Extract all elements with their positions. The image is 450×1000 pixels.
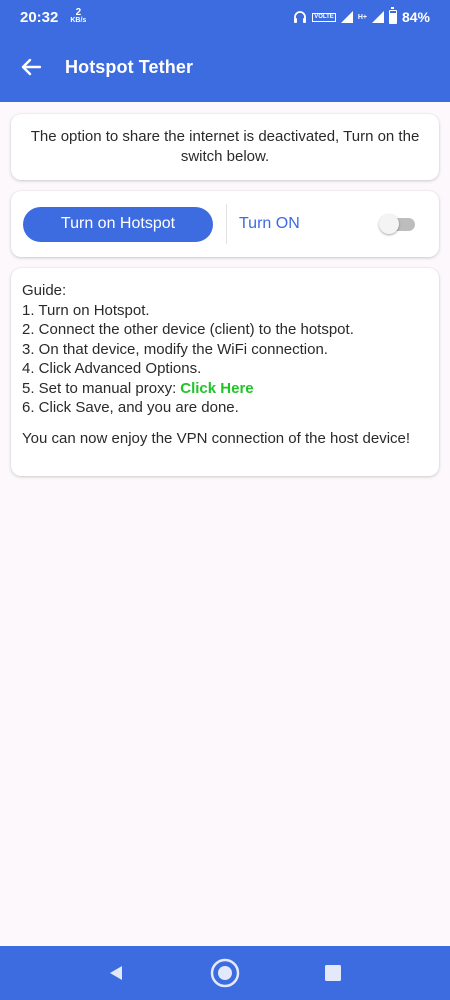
data-type-icon: H+ bbox=[357, 13, 367, 21]
divider bbox=[226, 204, 227, 244]
volte-icon: VOLTE bbox=[312, 12, 336, 22]
network-speed: 2 KB/s bbox=[70, 7, 87, 25]
square-recents-icon bbox=[325, 965, 341, 981]
circle-home-icon bbox=[210, 958, 240, 988]
status-bar: 20:32 2 KB/s VOLTE H+ 84% bbox=[0, 0, 450, 34]
nav-home-button[interactable] bbox=[200, 946, 250, 1000]
guide-heading: Guide: bbox=[22, 282, 67, 299]
guide-step-5: 5. Set to manual proxy: Click Here bbox=[22, 379, 428, 399]
navigation-bar bbox=[0, 946, 450, 1000]
back-button[interactable] bbox=[18, 54, 44, 80]
headphones-icon bbox=[293, 10, 307, 24]
status-icons: VOLTE H+ 84% bbox=[293, 7, 430, 25]
guide-step-5-text: 5. Set to manual proxy: bbox=[22, 379, 177, 397]
guide-step-3: 3. On that device, modify the WiFi conne… bbox=[22, 340, 328, 358]
battery-icon bbox=[388, 7, 397, 24]
arrow-left-icon bbox=[21, 58, 41, 76]
signal-2-icon bbox=[371, 11, 384, 23]
click-here-link[interactable]: Click Here bbox=[180, 380, 253, 397]
hotspot-toggle-card: Turn on Hotspot Turn ON bbox=[11, 191, 439, 257]
status-time: 20:32 bbox=[20, 8, 59, 26]
app-bar: Hotspot Tether bbox=[0, 44, 450, 90]
guide-step-2: 2. Connect the other device (client) to … bbox=[22, 321, 354, 338]
network-speed-value: 2 bbox=[75, 7, 82, 18]
nav-back-button[interactable] bbox=[91, 946, 141, 1000]
signal-1-icon bbox=[340, 11, 353, 23]
turn-on-hotspot-button[interactable]: Turn on Hotspot bbox=[23, 206, 213, 242]
guide-step-6: 6. Click Save, and you are done. bbox=[22, 399, 239, 416]
guide-step-1: 1. Turn on Hotspot. bbox=[22, 301, 150, 319]
notice-text: The option to share the internet is deac… bbox=[30, 128, 420, 165]
battery-percent: 84% bbox=[401, 9, 430, 25]
guide-step-4: 4. Click Advanced Options. bbox=[22, 360, 202, 377]
header: 20:32 2 KB/s VOLTE H+ 84% Hotspot Tether bbox=[0, 0, 450, 102]
network-speed-unit: KB/s bbox=[70, 17, 87, 24]
page-title: Hotspot Tether bbox=[65, 56, 194, 77]
notice-card: The option to share the internet is deac… bbox=[11, 114, 439, 180]
guide-card: Guide: 1. Turn on Hotspot. 2. Connect th… bbox=[11, 268, 439, 476]
triangle-back-icon bbox=[110, 966, 122, 980]
guide-footer: You can now enjoy the VPN connection of … bbox=[22, 429, 411, 447]
nav-recents-button[interactable] bbox=[308, 946, 358, 1000]
switch-label: Turn ON bbox=[239, 215, 300, 232]
switch-thumb bbox=[379, 214, 399, 234]
hotspot-switch[interactable] bbox=[379, 214, 415, 234]
